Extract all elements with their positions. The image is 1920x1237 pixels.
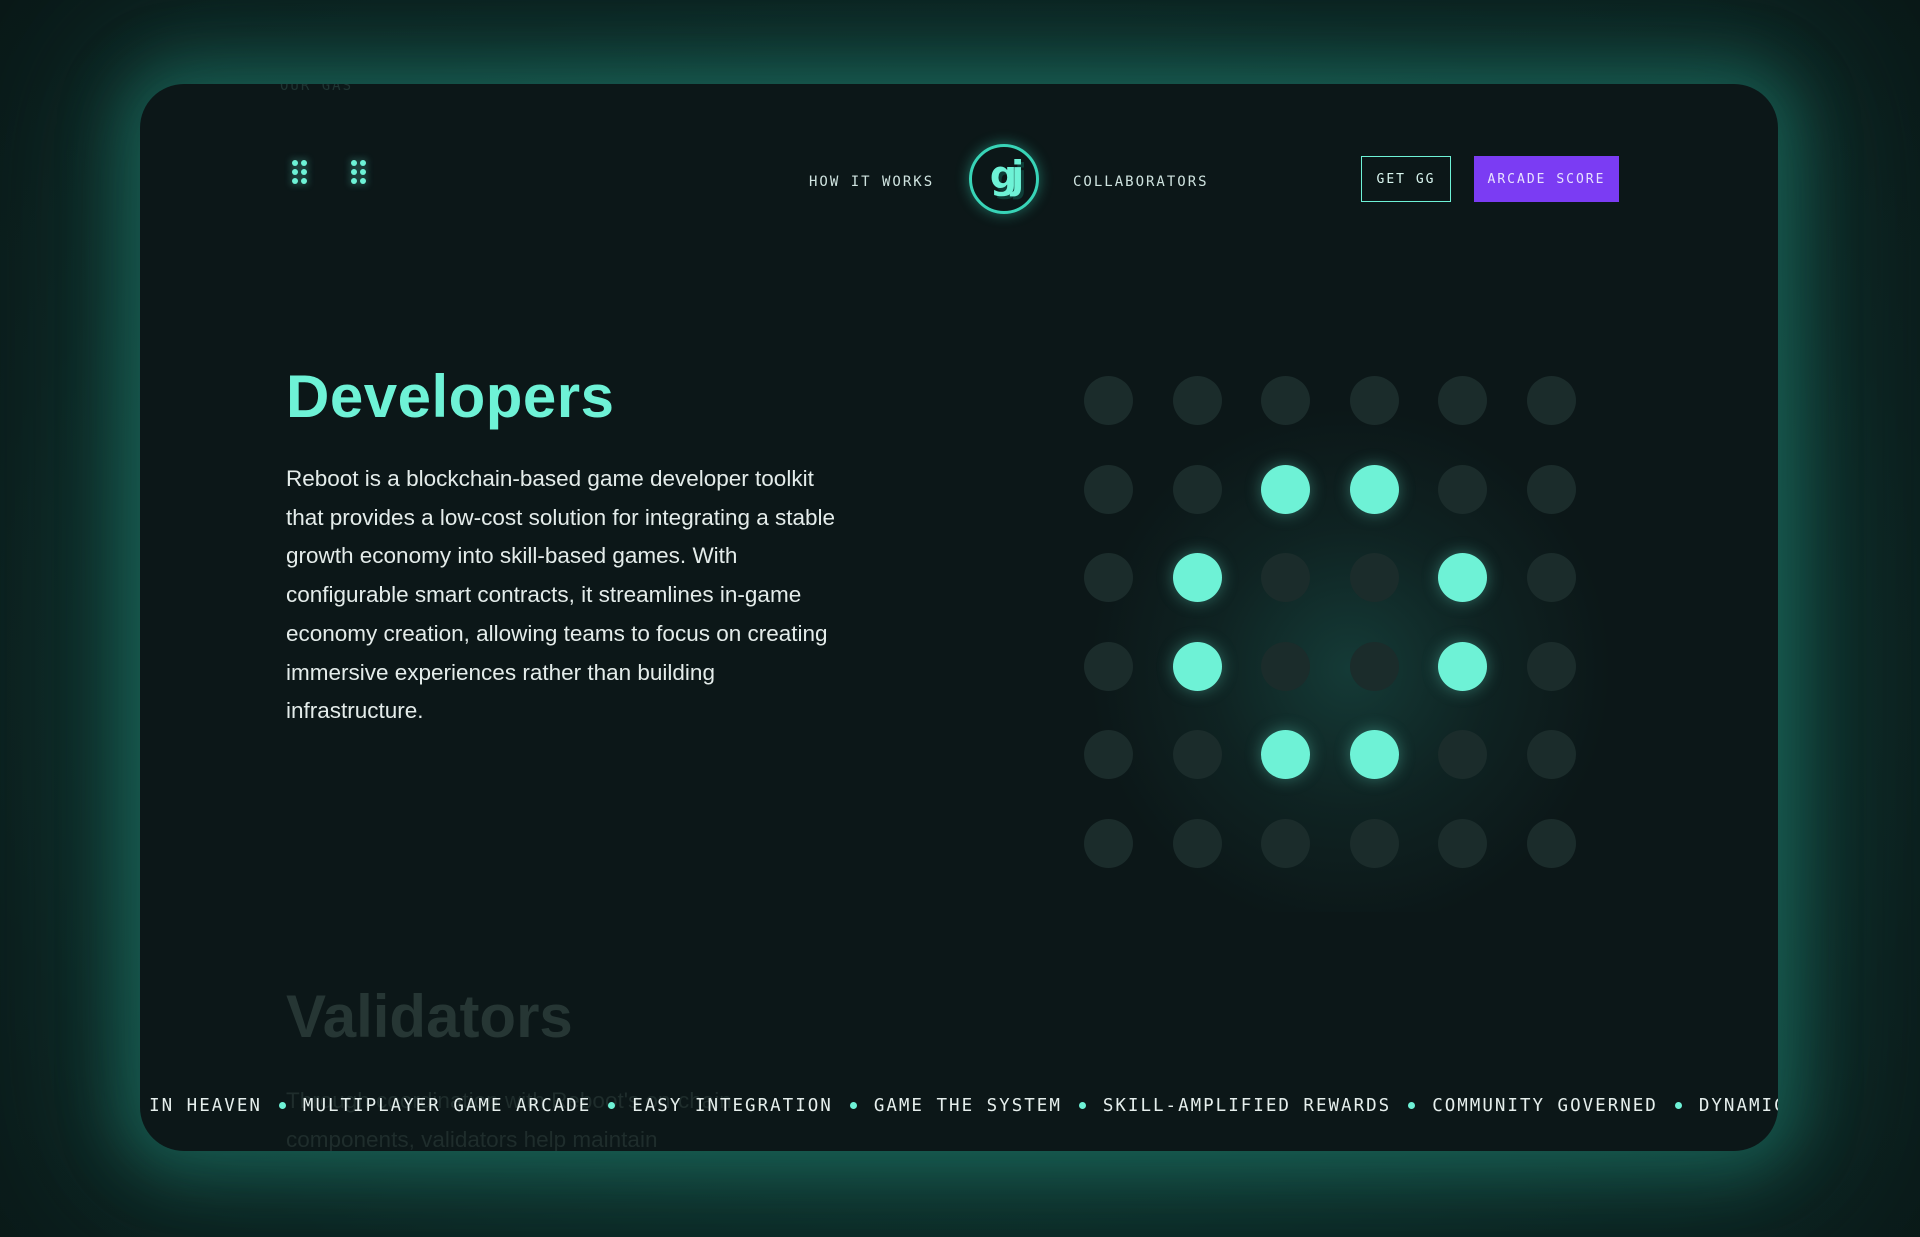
menu-dots-icon-2[interactable] xyxy=(351,160,366,184)
marquee-bullet-icon xyxy=(1674,1101,1682,1109)
grid-dot-r1-c1 xyxy=(1172,464,1222,514)
grid-dot-r2-c5 xyxy=(1527,553,1576,603)
marquee-bullet-icon xyxy=(1078,1101,1086,1109)
marquee-bullet-icon xyxy=(849,1101,857,1109)
grid-dot-r1-c5 xyxy=(1527,464,1576,514)
grid-dot-r5-c0 xyxy=(1084,819,1133,868)
section-title-validators: Validators xyxy=(286,983,573,1050)
grid-dot-r0-c3 xyxy=(1349,376,1399,425)
grid-dot-r3-c5 xyxy=(1527,641,1576,691)
grid-dot-r4-c4 xyxy=(1438,730,1488,780)
grid-dot-r3-c1 xyxy=(1172,641,1222,691)
logo[interactable]: gj xyxy=(969,144,1039,214)
marquee-item: COMMUNITY GOVERNED xyxy=(1432,1096,1658,1116)
grid-dot-r0-c1 xyxy=(1172,376,1222,425)
logo-mark: gj xyxy=(989,153,1024,197)
nav-how-it-works[interactable]: HOW IT WORKS xyxy=(809,174,934,190)
grid-dot-r3-c0 xyxy=(1084,641,1133,691)
grid-dot-r4-c3 xyxy=(1349,730,1399,780)
grid-dot-r2-c0 xyxy=(1084,553,1133,603)
grid-dot-r5-c4 xyxy=(1438,819,1488,868)
marquee-bullet-icon xyxy=(1408,1101,1416,1109)
grid-dot-r4-c1 xyxy=(1172,730,1222,780)
grid-dot-r4-c0 xyxy=(1084,730,1133,780)
get-gg-button[interactable]: GET GG xyxy=(1361,156,1451,202)
grid-dot-r5-c5 xyxy=(1527,819,1576,868)
marquee-item: DYNAMICALLY xyxy=(1698,1096,1778,1116)
marquee-item: EASY INTEGRATION xyxy=(632,1096,833,1116)
grid-dot-r5-c2 xyxy=(1261,819,1311,868)
marquee-item: E IN HEAVEN xyxy=(140,1096,262,1116)
grid-dot-r0-c0 xyxy=(1084,376,1133,425)
menu-dots-icon[interactable] xyxy=(292,160,307,184)
section-description-developers: Reboot is a blockchain-based game develo… xyxy=(286,466,836,724)
grid-dot-r2-c1 xyxy=(1172,553,1222,603)
grid-dot-r5-c3 xyxy=(1349,819,1399,868)
marquee-item: GAME THE SYSTEM xyxy=(873,1096,1062,1116)
grid-dot-r2-c4 xyxy=(1438,553,1488,603)
grid-dot-r0-c4 xyxy=(1438,376,1488,425)
grid-dot-r1-c3 xyxy=(1349,464,1399,514)
marquee-bullet-icon xyxy=(608,1101,616,1109)
grid-dot-r0-c2 xyxy=(1261,376,1311,425)
grid-dot-r1-c2 xyxy=(1261,464,1311,514)
grid-dot-r0-c5 xyxy=(1527,376,1576,425)
grid-dot-r4-c5 xyxy=(1527,730,1576,780)
ghost-label: OUR GAS xyxy=(280,84,354,94)
dot-matrix-graphic xyxy=(1080,372,1620,912)
marquee-bullet-icon xyxy=(278,1101,286,1109)
grid-dot-r3-c4 xyxy=(1438,641,1488,691)
section-title-developers: Developers xyxy=(286,363,615,430)
main-panel: OUR GAS HOW IT WORKS gj COLLABORATORS GE… xyxy=(140,84,1778,1151)
grid-dot-r2-c2 xyxy=(1261,553,1311,603)
grid-dot-r4-c2 xyxy=(1261,730,1311,780)
grid-dot-r3-c2 xyxy=(1261,641,1311,691)
grid-dot-r3-c3 xyxy=(1349,641,1399,691)
feature-marquee: E IN HEAVEN MULTIPLAYER GAME ARCADE EASY I… xyxy=(140,1092,1778,1126)
grid-dot-r1-c0 xyxy=(1084,464,1133,514)
grid-dot-r2-c3 xyxy=(1349,553,1399,603)
grid-dot-r1-c4 xyxy=(1438,464,1488,514)
marquee-item: SKILL-AMPLIFIED REWARDS xyxy=(1102,1096,1392,1116)
nav-collaborators[interactable]: COLLABORATORS xyxy=(1073,174,1209,190)
arcade-score-button[interactable]: ARCADE SCORE xyxy=(1474,156,1619,202)
marquee-item: MULTIPLAYER GAME ARCADE xyxy=(302,1096,592,1116)
grid-dot-r5-c1 xyxy=(1172,819,1222,868)
